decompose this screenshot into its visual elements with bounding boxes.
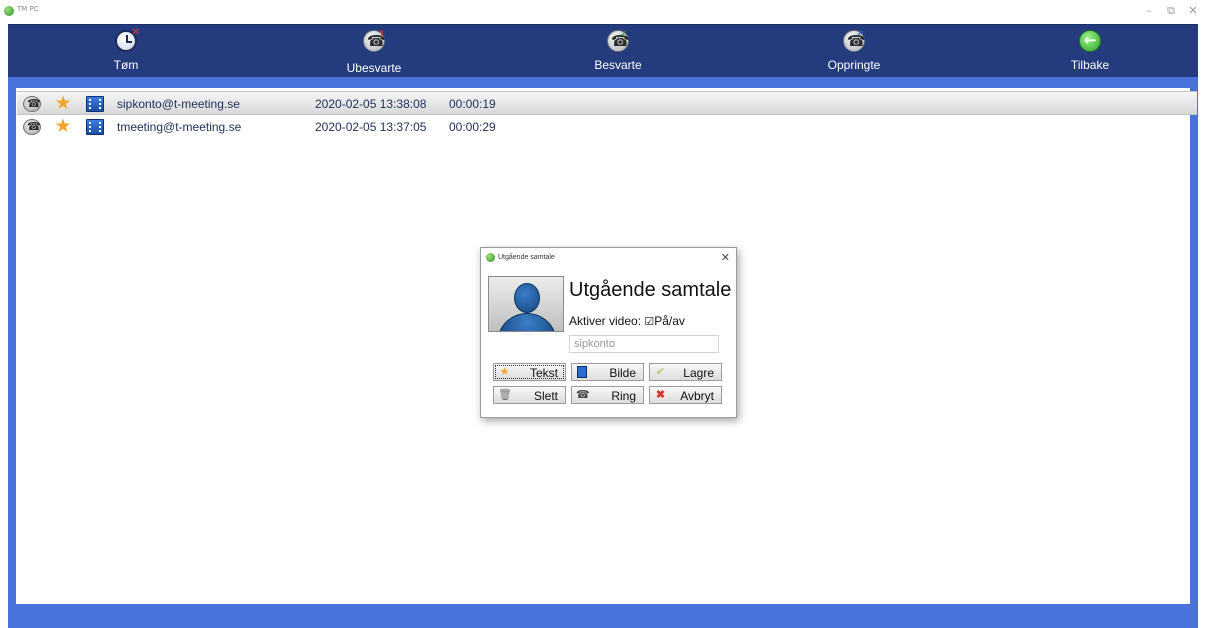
clear-button[interactable]: ✕ Tøm [66, 25, 186, 78]
contact-address: tmeeting@t-meeting.se [117, 120, 242, 134]
call-button[interactable]: ☎ Ring [571, 386, 644, 404]
outgoing-call-dialog: Utgående samtale ✕ Utgående samtale Akti… [480, 247, 737, 418]
answered-calls-button[interactable]: ✓ Besvarte [558, 25, 678, 78]
favorite-star-icon[interactable]: ★ [54, 117, 72, 136]
avatar-head-icon [514, 283, 540, 313]
call-duration: 00:00:19 [449, 97, 496, 111]
app-logo-icon [486, 253, 495, 262]
cancel-button-label: Avbryt [680, 389, 714, 403]
clear-history-icon: ✕ [115, 27, 140, 52]
video-checkbox[interactable]: ☑ [644, 316, 654, 328]
account-field[interactable]: sipkonto [569, 335, 719, 353]
dialog-titlebar: Utgående samtale ✕ [481, 248, 736, 268]
missed-calls-label: Ubesvarte [346, 61, 402, 75]
favorite-star-icon[interactable]: ★ [54, 94, 72, 113]
back-button[interactable]: Tilbake [1030, 25, 1150, 78]
call-button-label: Ring [611, 389, 636, 403]
delete-button[interactable]: 🗑 Slett [493, 386, 566, 404]
video-film-icon[interactable] [86, 96, 104, 112]
call-datetime: 2020-02-05 13:38:08 [315, 97, 427, 111]
cancel-button[interactable]: ✖ Avbryt [649, 386, 722, 404]
trash-icon: 🗑 [498, 389, 512, 401]
text-button-label: Tekst [529, 366, 558, 380]
save-button[interactable]: ✔ Lagre [649, 363, 722, 381]
clear-label: Tøm [113, 58, 139, 72]
video-option-label[interactable]: På/av [654, 314, 685, 328]
save-button-label: Lagre [683, 366, 714, 380]
back-arrow-icon [1079, 30, 1101, 52]
window-titlebar: TM PC – ⧉ ✕ [0, 0, 1208, 24]
dialog-heading: Utgående samtale [569, 279, 732, 301]
missed-calls-icon: ! [363, 29, 386, 52]
call-icon[interactable] [23, 96, 41, 112]
text-button[interactable]: ★ Tekst [493, 363, 566, 381]
contact-address: sipkonto@t-meeting.se [117, 97, 240, 111]
call-datetime: 2020-02-05 13:37:05 [315, 120, 427, 134]
dialed-calls-button[interactable]: ↗ Oppringte [794, 25, 914, 78]
call-icon[interactable] [23, 119, 41, 135]
restore-button[interactable]: ⧉ [1163, 4, 1179, 18]
app-logo-icon [4, 6, 14, 16]
contact-avatar [488, 276, 564, 332]
close-window-button[interactable]: ✕ [1185, 4, 1201, 18]
answered-calls-label: Besvarte [594, 58, 642, 72]
call-duration: 00:00:29 [449, 120, 496, 134]
bottom-frame [8, 604, 1198, 628]
back-label: Tilbake [1070, 58, 1110, 72]
answered-calls-icon: ✓ [607, 29, 630, 52]
main-toolbar: ✕ Tøm ! Ubesvarte ✓ Besvarte ↗ Oppringte… [8, 24, 1198, 77]
dialed-calls-icon: ↗ [843, 29, 866, 52]
video-toggle-row: Aktiver video: ☑På/av [569, 314, 685, 328]
video-film-icon[interactable] [86, 119, 104, 135]
table-row[interactable]: ★ sipkonto@t-meeting.se 2020-02-05 13:38… [17, 91, 1197, 115]
phone-icon: ☎ [576, 389, 590, 401]
image-button-label: Bilde [609, 366, 636, 380]
dialog-title: Utgående samtale [498, 254, 555, 261]
minimize-button[interactable]: – [1141, 4, 1157, 18]
missed-calls-button[interactable]: ! Ubesvarte [314, 25, 434, 78]
check-icon: ✔ [655, 366, 666, 378]
star-icon: ★ [499, 366, 510, 378]
avatar-body-icon [497, 313, 557, 331]
window-title: TM PC [17, 5, 39, 13]
dialog-close-button[interactable]: ✕ [721, 251, 730, 264]
cancel-x-icon: ✖ [655, 389, 666, 401]
table-row[interactable]: ★ tmeeting@t-meeting.se 2020-02-05 13:37… [17, 115, 1197, 139]
film-icon [577, 366, 587, 378]
image-button[interactable]: Bilde [571, 363, 644, 381]
dialed-calls-label: Oppringte [827, 58, 881, 72]
video-label: Aktiver video: [569, 314, 642, 328]
delete-button-label: Slett [533, 389, 558, 403]
